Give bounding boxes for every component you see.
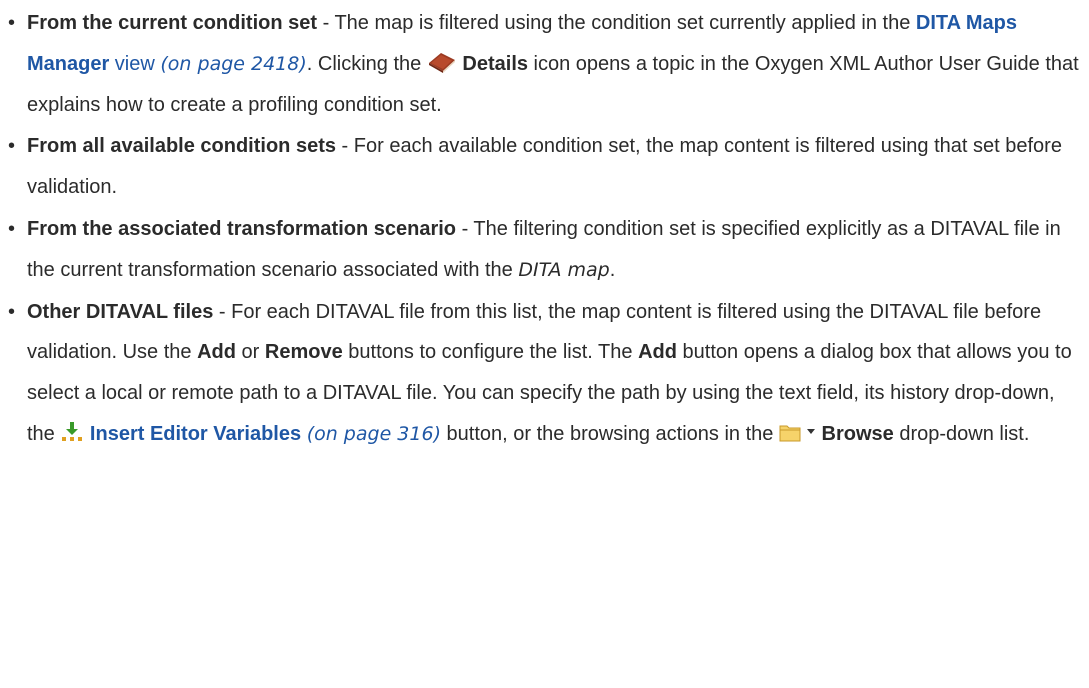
- list-item: • From the associated transformation sce…: [6, 209, 1086, 291]
- remove-button-label: Remove: [264, 341, 343, 364]
- list-item: • From all available condition sets - Fo…: [6, 126, 1086, 208]
- add-button-label: Add: [638, 341, 677, 364]
- option-list: • From the current condition set - The m…: [6, 3, 1086, 455]
- bullet: •: [8, 217, 16, 240]
- item-term: From all available condition sets: [27, 135, 336, 158]
- item-term: Other DITAVAL files: [27, 300, 214, 323]
- insert-editor-variables-link[interactable]: Insert Editor Variables: [90, 423, 301, 445]
- insert-variables-icon: [60, 421, 84, 443]
- list-item: • From the current condition set - The m…: [6, 3, 1086, 125]
- document-body: • From the current condition set - The m…: [6, 3, 1086, 455]
- dropdown-arrow-icon: [806, 427, 816, 443]
- page-reference-link[interactable]: (on page 316): [307, 423, 441, 445]
- list-item: • Other DITAVAL files - For each DITAVAL…: [6, 292, 1086, 455]
- browse-label: Browse: [821, 422, 894, 445]
- dita-map-term: DITA map: [518, 258, 610, 281]
- folder-icon: [779, 423, 801, 443]
- page-reference-link[interactable]: (on page 2418): [160, 53, 306, 75]
- details-label: Details: [462, 52, 528, 75]
- book-icon: [427, 51, 457, 73]
- bullet: •: [8, 135, 16, 158]
- item-term: From the current condition set: [27, 12, 318, 34]
- item-term: From the associated transformation scena…: [27, 217, 457, 240]
- add-button-label: Add: [197, 341, 236, 364]
- bullet: •: [8, 300, 16, 323]
- bullet: •: [8, 12, 16, 34]
